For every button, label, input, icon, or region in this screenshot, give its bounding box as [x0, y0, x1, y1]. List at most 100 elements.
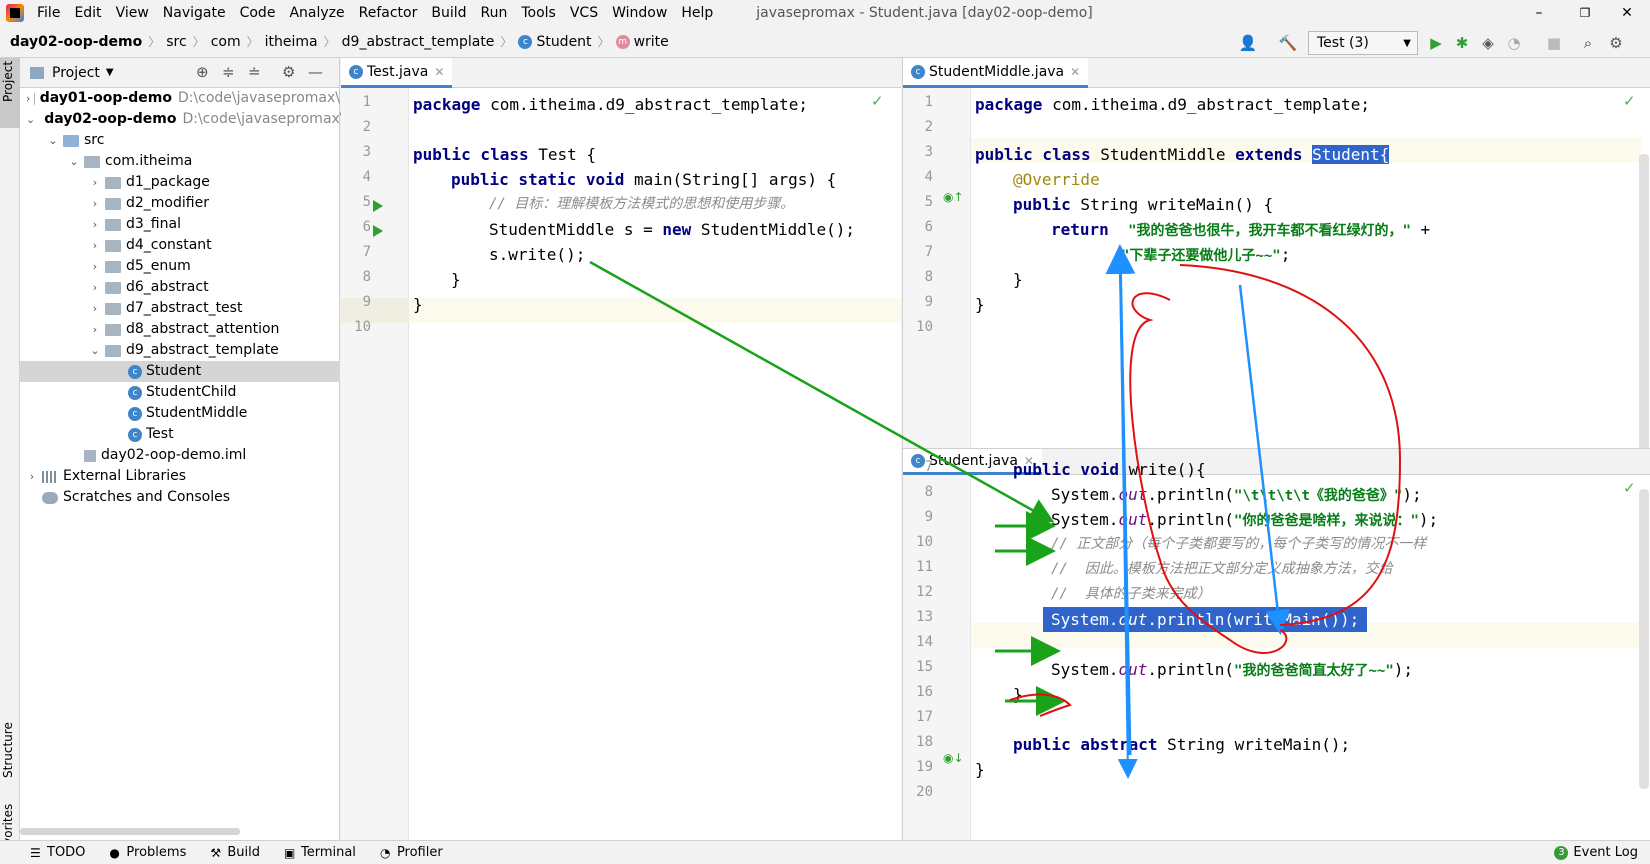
tree-item[interactable]: › d3_final	[20, 214, 340, 235]
vertical-scrollbar[interactable]	[1639, 154, 1649, 464]
build-label: Build	[227, 845, 260, 860]
build-hammer-icon[interactable]: 🔨	[1278, 33, 1298, 53]
close-tab-icon[interactable]: ✕	[1070, 65, 1080, 79]
todo-tool[interactable]: ☰ TODO	[0, 845, 97, 860]
breadcrumb-com[interactable]: com	[207, 34, 245, 50]
menu-analyze[interactable]: Analyze	[282, 0, 351, 26]
profiler-tool[interactable]: ◔ Profiler	[368, 845, 455, 860]
menu-file[interactable]: File	[30, 0, 67, 26]
expand-all-icon[interactable]: ≑	[222, 63, 235, 81]
editor-tab-bar: c StudentMiddle.java ✕	[903, 58, 1650, 88]
tree-item[interactable]: › d4_constant	[20, 235, 340, 256]
chevron-right-icon[interactable]: ›	[89, 172, 101, 193]
locate-icon[interactable]: ⊕	[196, 63, 209, 81]
run-main-icon[interactable]	[373, 225, 383, 237]
menu-help[interactable]: Help	[674, 0, 720, 26]
breadcrumb-method[interactable]: m write	[612, 34, 673, 50]
editor-test[interactable]: c Test.java ✕ 1 2 3 4 5 6 7 8 9 10 ✓ package com.it…	[341, 58, 901, 840]
editor-student-middle[interactable]: c StudentMiddle.java ✕ 1 2 3 4 5 6 7 8 9 10 ◉↑ ✓ pa…	[902, 58, 1650, 464]
project-tool-label[interactable]: Project	[1, 61, 15, 102]
menu-window[interactable]: Window	[605, 0, 674, 26]
chevron-down-icon[interactable]: ⌄	[68, 151, 80, 172]
menu-code[interactable]: Code	[233, 0, 283, 26]
horizontal-scrollbar[interactable]	[20, 828, 240, 835]
collapse-all-icon[interactable]: ≐	[248, 63, 261, 81]
tree-item[interactable]: › d7_abstract_test	[20, 298, 340, 319]
chevron-down-icon[interactable]: ⌄	[26, 109, 35, 130]
menu-edit[interactable]: Edit	[67, 0, 108, 26]
class-icon: c	[128, 385, 142, 400]
chevron-right-icon[interactable]: ›	[89, 256, 101, 277]
problems-tool[interactable]: ● Problems	[97, 845, 198, 860]
menu-run[interactable]: Run	[474, 0, 515, 26]
run-icon[interactable]: ▶	[1426, 33, 1446, 53]
breadcrumb-src[interactable]: src	[162, 34, 190, 50]
chevron-right-icon[interactable]: ›	[26, 88, 30, 109]
tree-item[interactable]: day02-oop-demo.iml	[20, 445, 340, 466]
structure-tool-label[interactable]: Structure	[1, 722, 15, 778]
tree-item[interactable]: › d6_abstract	[20, 277, 340, 298]
hide-panel-icon[interactable]: —	[308, 63, 323, 81]
chevron-down-icon[interactable]: ⌄	[47, 130, 59, 151]
coverage-icon[interactable]: ◈	[1478, 33, 1498, 53]
chevron-right-icon[interactable]: ›	[89, 235, 101, 256]
stop-icon[interactable]: ■	[1544, 33, 1564, 53]
tree-item[interactable]: ⌄ day02-oop-demo D:\code\javasepromax\	[20, 109, 345, 130]
tree-item[interactable]: › External Libraries	[20, 466, 340, 487]
tree-item[interactable]: c Student	[20, 361, 340, 382]
run-class-icon[interactable]	[373, 200, 383, 212]
line-number: 8	[924, 269, 933, 285]
tree-item[interactable]: ⌄ com.itheima	[20, 151, 340, 172]
chevron-right-icon[interactable]: ›	[26, 466, 38, 487]
chevron-right-icon[interactable]: ›	[89, 319, 101, 340]
close-tab-icon[interactable]: ✕	[434, 65, 444, 79]
tab-test-java[interactable]: c Test.java ✕	[341, 58, 453, 88]
tree-item[interactable]: › d1_package	[20, 172, 340, 193]
chevron-right-icon[interactable]: ›	[89, 298, 101, 319]
close-window-button[interactable]: ✕	[1604, 0, 1650, 26]
gear-icon[interactable]: ⚙	[282, 63, 295, 81]
breadcrumb-package[interactable]: d9_abstract_template	[338, 34, 499, 50]
chevron-down-icon[interactable]: ⌄	[89, 340, 101, 361]
tree-item[interactable]: ⌄ src	[20, 130, 340, 151]
menu-build[interactable]: Build	[424, 0, 473, 26]
search-icon[interactable]: ⌕	[1578, 33, 1598, 53]
terminal-tool[interactable]: ▣ Terminal	[272, 845, 368, 860]
tree-item[interactable]: › d2_modifier	[20, 193, 340, 214]
tree-item[interactable]: › day01-oop-demo D:\code\javasepromax\	[20, 88, 340, 109]
breadcrumb-project[interactable]: day02-oop-demo	[0, 34, 146, 50]
profiler-icon[interactable]: ◔	[1504, 33, 1524, 53]
tree-item[interactable]: c StudentMiddle	[20, 403, 340, 424]
breadcrumb-itheima[interactable]: itheima	[261, 34, 322, 50]
tree-item[interactable]: Scratches and Consoles	[20, 487, 340, 508]
menu-refactor[interactable]: Refactor	[352, 0, 425, 26]
tree-item[interactable]: c StudentChild	[20, 382, 340, 403]
chevron-right-icon[interactable]: ›	[89, 277, 101, 298]
restore-button[interactable]: ❐	[1562, 0, 1608, 26]
tree-item[interactable]: c Test	[20, 424, 340, 445]
tree-item[interactable]: › d5_enum	[20, 256, 340, 277]
tree-item[interactable]: ⌄ d9_abstract_template	[20, 340, 340, 361]
event-log[interactable]: 3 Event Log	[1542, 845, 1650, 860]
chevron-down-icon[interactable]: ▼	[106, 67, 114, 78]
tab-student-middle-java[interactable]: c StudentMiddle.java ✕	[903, 58, 1089, 88]
chevron-right-icon[interactable]: ›	[89, 214, 101, 235]
menu-tools[interactable]: Tools	[514, 0, 563, 26]
debug-icon[interactable]: ✱	[1452, 33, 1472, 53]
override-marker-icon[interactable]: ◉↑	[943, 190, 964, 204]
menu-vcs[interactable]: VCS	[563, 0, 605, 26]
breadcrumb-class[interactable]: c Student	[514, 34, 595, 50]
project-panel-title[interactable]: Project	[52, 65, 100, 81]
implemented-marker-icon[interactable]: ◉↓	[943, 751, 964, 765]
menu-navigate[interactable]: Navigate	[156, 0, 233, 26]
user-icon[interactable]: 👤	[1238, 33, 1258, 53]
settings-gear-icon[interactable]: ⚙	[1606, 33, 1626, 53]
vertical-scrollbar[interactable]	[1639, 489, 1649, 789]
menu-view[interactable]: View	[109, 0, 156, 26]
minimize-button[interactable]: –	[1516, 0, 1562, 26]
editor-student[interactable]: c Student.java ✕ 7 8 9 10 11 12 13 14 15 16 17 18 19 20…	[902, 448, 1650, 841]
run-configuration-select[interactable]: Test (3) ▼	[1308, 31, 1418, 55]
tree-item[interactable]: › d8_abstract_attention	[20, 319, 340, 340]
build-tool[interactable]: ⚒ Build	[198, 845, 272, 860]
chevron-right-icon[interactable]: ›	[89, 193, 101, 214]
